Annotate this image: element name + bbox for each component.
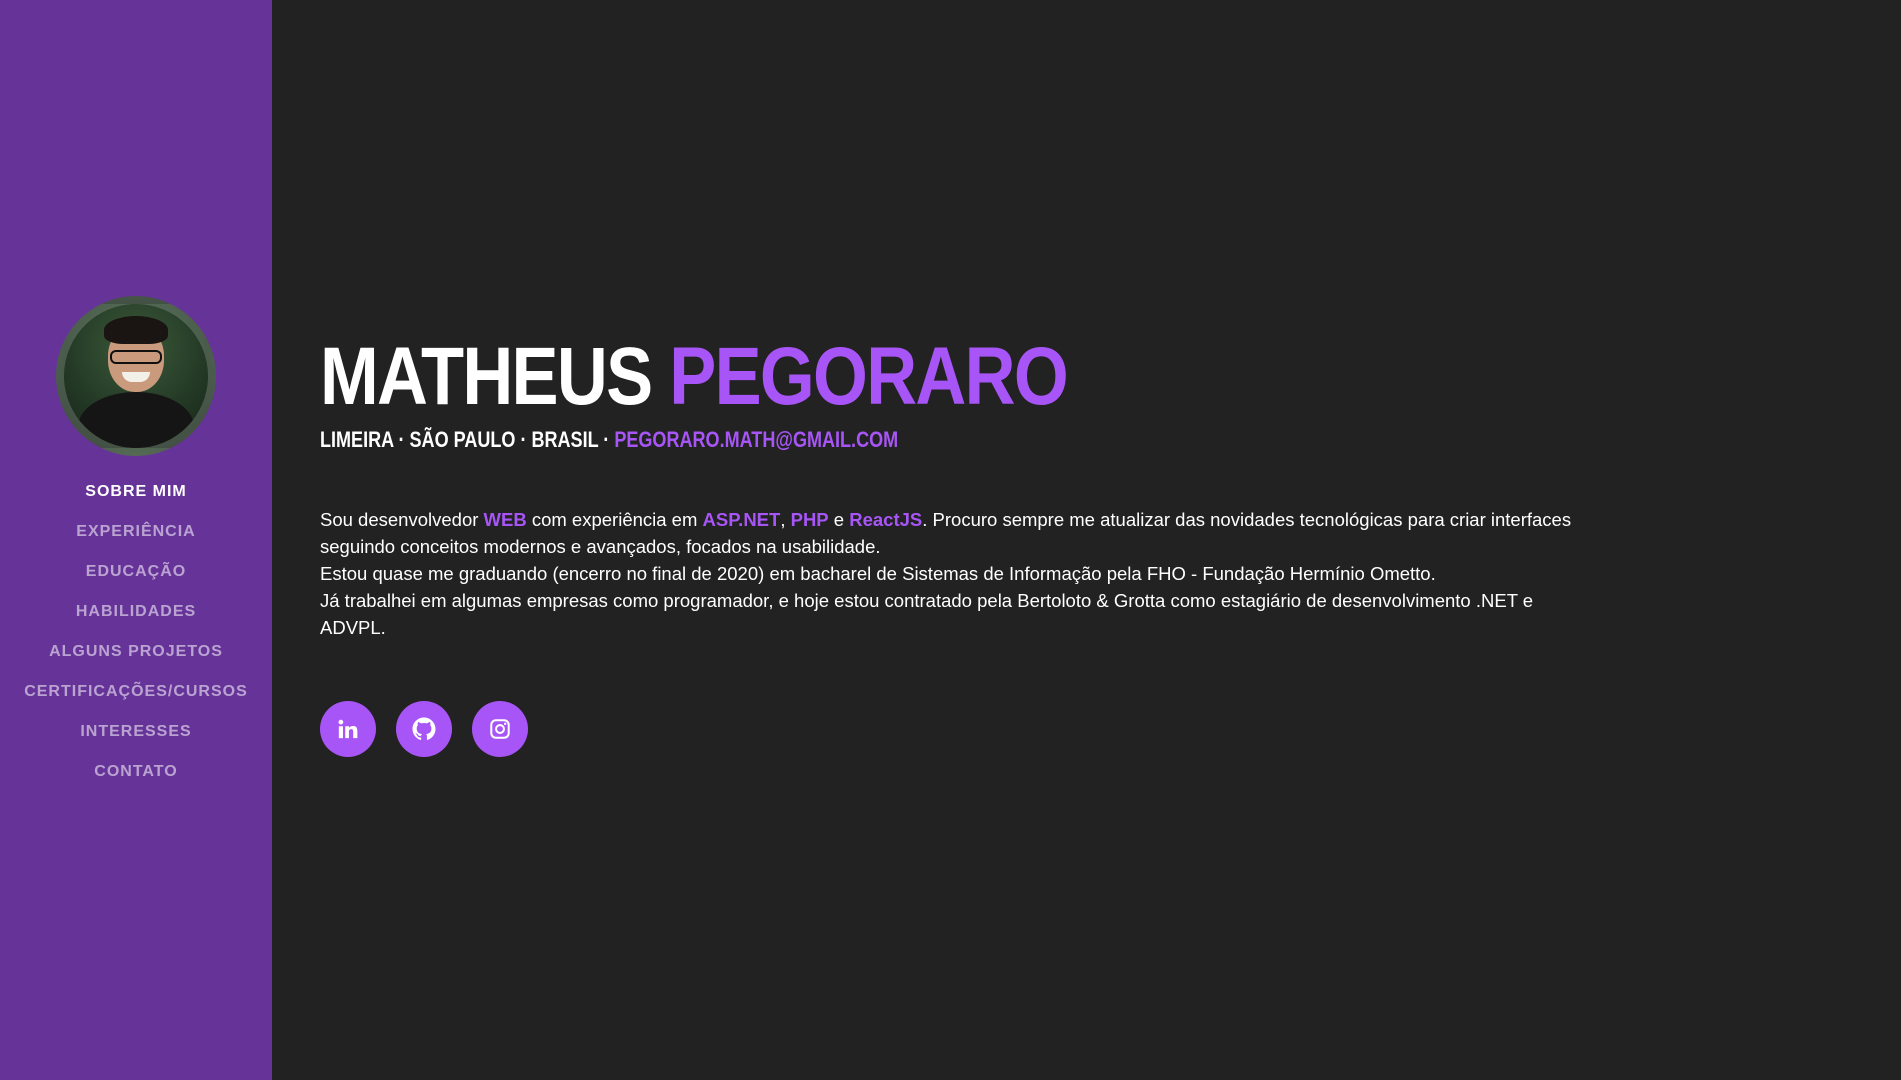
bio-highlight-web: WEB xyxy=(483,509,527,530)
avatar-hair xyxy=(104,316,168,344)
nav-item-habilidades[interactable]: Habilidades xyxy=(0,598,272,638)
nav-item-certificacoes-cursos[interactable]: Certificações/Cursos xyxy=(0,678,272,718)
email-link[interactable]: pegoraro.math@gmail.com xyxy=(614,427,898,452)
instagram-button[interactable] xyxy=(472,701,528,757)
nav-item-educacao[interactable]: Educação xyxy=(0,558,272,598)
github-icon xyxy=(412,717,436,740)
nav-item-contato[interactable]: Contato xyxy=(0,758,272,798)
instagram-icon xyxy=(490,719,510,739)
nav-item-experiencia[interactable]: Experiência xyxy=(0,518,272,558)
linkedin-icon xyxy=(338,719,358,739)
nav-item-interesses[interactable]: Interesses xyxy=(0,718,272,758)
page-title: Matheus Pegoraro xyxy=(320,330,1438,424)
bio-text: Sou desenvolvedor xyxy=(320,509,484,530)
bio-highlight-php: PHP xyxy=(790,509,829,530)
bio: Sou desenvolvedor WEB com experiência em… xyxy=(320,506,1590,641)
location-line: Limeira · São Paulo · Brasil · pegoraro.… xyxy=(320,426,1386,454)
linkedin-button[interactable] xyxy=(320,701,376,757)
bio-paragraph-3: Já trabalhei em algumas empresas como pr… xyxy=(320,590,1534,638)
profile-photo xyxy=(56,296,216,456)
sidebar-nav: Sobre Mim Experiência Educação Habilidad… xyxy=(0,478,272,798)
about-section: Matheus Pegoraro Limeira · São Paulo · B… xyxy=(320,330,1620,757)
social-icons xyxy=(320,701,1620,757)
bio-text: e xyxy=(828,509,850,530)
bio-text: com experiência em xyxy=(526,509,703,530)
nav-item-alguns-projetos[interactable]: Alguns Projetos xyxy=(0,638,272,678)
sidebar: Sobre Mim Experiência Educação Habilidad… xyxy=(0,0,272,1080)
bio-highlight-aspnet: ASP.NET xyxy=(702,509,781,530)
first-name: Matheus xyxy=(320,331,653,422)
github-button[interactable] xyxy=(396,701,452,757)
bio-paragraph-1: Sou desenvolvedor WEB com experiência em… xyxy=(320,506,1590,560)
location-text: Limeira · São Paulo · Brasil · xyxy=(320,427,610,452)
avatar-body xyxy=(78,392,194,448)
nav-item-sobre-mim[interactable]: Sobre Mim xyxy=(0,478,272,518)
avatar-glasses xyxy=(110,350,162,364)
bio-text: , xyxy=(780,509,791,530)
last-name: Pegoraro xyxy=(669,331,1068,422)
bio-highlight-reactjs: ReactJS xyxy=(849,509,923,530)
bio-paragraph-2: Estou quase me graduando (encerro no fin… xyxy=(320,563,1436,584)
